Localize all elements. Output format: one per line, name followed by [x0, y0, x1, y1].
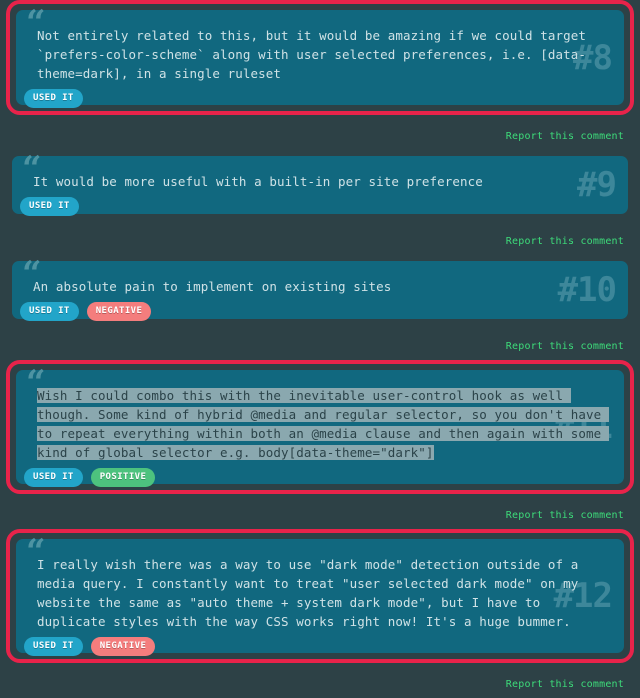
tag-used-it[interactable]: USED IT: [20, 197, 79, 216]
comment-block[interactable]: “#9 It would be more useful with a built-…: [6, 150, 634, 220]
quote-card: “#12 I really wish there was a way to use…: [16, 535, 624, 656]
report-comment-link[interactable]: Report this comment: [506, 131, 624, 142]
comment-text: It would be more useful with a built-in …: [33, 174, 483, 189]
tag-list: USED IT NEGATIVE: [24, 637, 606, 656]
tag-negative[interactable]: NEGATIVE: [90, 637, 156, 656]
report-comment-link[interactable]: Report this comment: [506, 510, 624, 521]
tag-positive[interactable]: POSITIVE: [90, 468, 156, 487]
comment-text: I really wish there was a way to use "da…: [37, 557, 587, 629]
comment-text: Not entirely related to this, but it wou…: [37, 28, 594, 81]
tag-used-it[interactable]: USED IT: [24, 637, 83, 656]
selected-text: Wish I could combo this with the inevita…: [37, 388, 609, 460]
tag-list: USED IT: [24, 89, 606, 108]
tag-used-it[interactable]: USED IT: [24, 89, 83, 108]
comment-block[interactable]: “#10 An absolute pain to implement on exi…: [6, 255, 634, 325]
comment-block[interactable]: “#12 I really wish there was a way to use…: [6, 529, 634, 663]
comment-block[interactable]: “#11Wish I could combo this with the ine…: [6, 360, 634, 494]
report-row: Report this comment: [0, 502, 640, 521]
comments-list: “#8 Not entirely related to this, but it …: [0, 0, 640, 690]
report-row: Report this comment: [0, 671, 640, 690]
report-row: Report this comment: [0, 123, 640, 142]
comment-block[interactable]: “#8 Not entirely related to this, but it …: [6, 0, 634, 115]
quote-card: “#10 An absolute pain to implement on exi…: [12, 257, 628, 321]
tag-list: USED IT NEGATIVE: [20, 302, 610, 321]
quote-card: “#9 It would be more useful with a built-…: [12, 152, 628, 216]
report-comment-link[interactable]: Report this comment: [506, 679, 624, 690]
report-comment-link[interactable]: Report this comment: [506, 341, 624, 352]
comment-text: An absolute pain to implement on existin…: [33, 279, 392, 294]
tag-used-it[interactable]: USED IT: [20, 302, 79, 321]
tag-list: USED IT: [20, 197, 610, 216]
comment-text: Wish I could combo this with the inevita…: [34, 386, 609, 462]
tag-negative[interactable]: NEGATIVE: [86, 302, 152, 321]
report-comment-link[interactable]: Report this comment: [506, 236, 624, 247]
tag-list: USED IT POSITIVE: [24, 468, 606, 487]
quote-card: “#11Wish I could combo this with the ine…: [16, 366, 624, 487]
quote-card: “#8 Not entirely related to this, but it …: [16, 6, 624, 108]
tag-used-it[interactable]: USED IT: [24, 468, 83, 487]
report-row: Report this comment: [0, 228, 640, 247]
report-row: Report this comment: [0, 333, 640, 352]
